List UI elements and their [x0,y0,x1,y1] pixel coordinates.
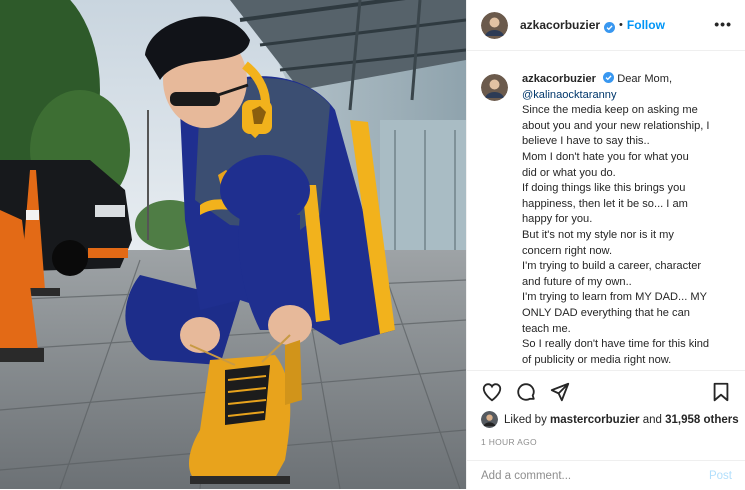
caption-line: But it's not my style nor is it my [522,228,674,241]
caption-line: happy for you. [522,213,593,226]
likes-prefix: Liked by [504,413,547,426]
caption-line: and future of my own.. [522,275,632,288]
verified-badge-icon [604,20,616,33]
post-timestamp[interactable]: 1 HOUR AGO [481,437,537,447]
header-separator: • [619,19,623,31]
caption-line: about you and your new relationship, I [522,119,710,132]
caption-line: believe I have to say this.. [522,135,650,148]
caption-block: azkacorbuzier Dear Mom, @kalinaocktarann… [481,72,741,370]
comment-icon[interactable] [515,381,537,403]
caption-text: azkacorbuzier Dear Mom, @kalinaocktarann… [522,72,741,368]
heart-icon[interactable] [481,381,503,403]
caption-username[interactable]: azkacorbuzier [522,73,596,85]
caption-line: did or what you do. [522,166,616,179]
caption-line: Mom I don't hate you for what you [522,150,689,163]
caption-line: If doing things like this brings you [522,182,686,195]
follow-button[interactable]: Follow [627,18,665,32]
caption-line: Dear Mom, [617,73,673,85]
comment-input[interactable] [481,469,709,482]
post-header: azkacorbuzier • Follow ••• [467,0,745,51]
caption-line: I'm trying to learn from MY DAD... MY [522,291,708,304]
liker-avatar[interactable] [481,411,498,428]
caption-line: ONLY DAD everything that he can [522,306,690,319]
caption-line: of publicity or media right now. [522,353,672,366]
likes-summary: Liked by mastercorbuzier and 31,958 othe… [481,411,739,428]
post-comment-button[interactable]: Post [709,470,732,482]
caption-line: teach me. [522,322,571,335]
verified-badge-icon [603,72,615,83]
author-avatar[interactable] [481,11,508,39]
bookmark-icon[interactable] [710,381,732,403]
more-options-icon[interactable]: ••• [714,16,732,32]
liker-username[interactable]: mastercorbuzier [550,414,639,426]
action-icons-group [481,381,571,405]
post-sidebar: azkacorbuzier • Follow ••• azkacorbuzier… [466,0,745,489]
caption-line: concern right now. [522,244,613,257]
caption-line: happiness, then let it be so... I am [522,197,688,210]
caption-mention-link[interactable]: @kalinaocktaranny [522,88,741,104]
author-username[interactable]: azkacorbuzier [520,18,600,32]
instagram-post: azkacorbuzier • Follow ••• azkacorbuzier… [0,0,745,489]
photo-illustration [0,0,466,489]
caption-line: Since the media keep on asking me [522,104,698,117]
comment-box: Post [467,460,745,490]
share-icon[interactable] [549,381,571,403]
post-actions: Liked by mastercorbuzier and 31,958 othe… [467,370,745,489]
caption-avatar[interactable] [481,74,508,101]
post-photo[interactable] [0,0,466,489]
likes-others-link[interactable]: 31,958 others [665,414,739,426]
caption-line: So I really don't have time for this kin… [522,338,710,351]
caption-line: I'm trying to build a career, character [522,260,702,273]
likes-joiner: and [642,413,662,426]
